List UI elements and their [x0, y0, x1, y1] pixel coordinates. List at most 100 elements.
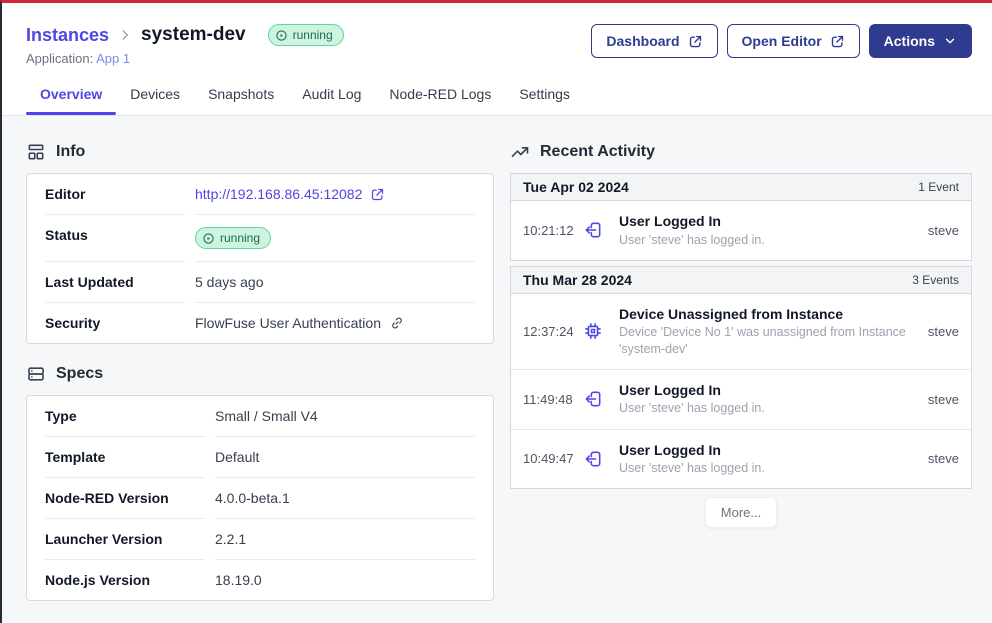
trending-up-icon: [510, 142, 530, 162]
activity-event-row: 11:49:48 User Logged In User 'steve' has…: [511, 369, 971, 429]
event-description: User 'steve' has logged in.: [619, 460, 918, 476]
instance-overview-page: Instances system-dev running Application…: [0, 0, 992, 623]
main-content: Info Editor http://192.168.86.45:12082 S…: [2, 116, 992, 623]
breadcrumb-instances-link[interactable]: Instances: [26, 25, 109, 46]
specs-row-value: 2.2.1: [215, 518, 475, 559]
activity-group-count: 1 Event: [918, 180, 959, 194]
tab-node-red-logs[interactable]: Node-RED Logs: [375, 80, 505, 115]
page-title: system-dev: [141, 24, 246, 46]
play-circle-icon: [202, 232, 215, 245]
specs-row-label: Node.js Version: [45, 559, 205, 600]
info-row-label: Editor: [45, 174, 185, 214]
event-text: User Logged In User 'steve' has logged i…: [619, 213, 918, 248]
editor-url-link[interactable]: http://192.168.86.45:12082: [195, 186, 385, 202]
activity-group-header: Tue Apr 02 2024 1 Event: [511, 174, 971, 201]
activity-group-date: Thu Mar 28 2024: [523, 272, 632, 288]
external-link-icon: [830, 34, 845, 49]
specs-card: Type Small / Small V4 Template Default N…: [26, 395, 494, 601]
activity-event-row: 12:37:24 Device Unassigned from Instance…: [511, 294, 971, 369]
application-link[interactable]: App 1: [96, 51, 130, 66]
activity-event-row: 10:21:12 User Logged In User 'steve' has…: [511, 201, 971, 260]
last-updated-value: 5 days ago: [195, 261, 475, 302]
chevron-down-icon: [943, 34, 957, 48]
application-line: Application: App 1: [26, 51, 344, 66]
specs-row-value: 18.19.0: [215, 559, 475, 600]
event-time: 10:49:47: [523, 451, 581, 466]
application-label: Application:: [26, 51, 93, 66]
tab-devices[interactable]: Devices: [116, 80, 194, 115]
activity-group-count: 3 Events: [912, 273, 959, 287]
event-time: 11:49:48: [523, 392, 581, 407]
event-description: Device 'Device No 1' was unassigned from…: [619, 324, 918, 357]
specs-row-value: Small / Small V4: [215, 396, 475, 436]
info-row-label: Last Updated: [45, 261, 185, 302]
status-badge-label: running: [220, 230, 260, 246]
template-icon: [26, 142, 46, 162]
event-text: User Logged In User 'steve' has logged i…: [619, 442, 918, 477]
info-row-label: Security: [45, 302, 185, 343]
user-login-icon: [583, 389, 603, 409]
info-section-heading: Info: [26, 142, 494, 162]
event-description: User 'steve' has logged in.: [619, 400, 918, 416]
chevron-right-icon: [118, 28, 132, 42]
event-title: User Logged In: [619, 382, 918, 400]
event-title: User Logged In: [619, 213, 918, 231]
specs-row-label: Type: [45, 396, 205, 436]
event-text: User Logged In User 'steve' has logged i…: [619, 382, 918, 417]
event-title: User Logged In: [619, 442, 918, 460]
status-badge-label: running: [293, 27, 333, 43]
tab-snapshots[interactable]: Snapshots: [194, 80, 288, 115]
tab-settings[interactable]: Settings: [505, 80, 584, 115]
activity-event-row: 10:49:47 User Logged In User 'steve' has…: [511, 429, 971, 489]
specs-row-template: Template Default: [45, 436, 475, 477]
page-header: Instances system-dev running Application…: [2, 3, 992, 116]
tab-audit-log[interactable]: Audit Log: [288, 80, 375, 115]
tab-bar: Overview Devices Snapshots Audit Log Nod…: [26, 80, 972, 115]
event-user: steve: [928, 324, 959, 339]
specs-row-label: Node-RED Version: [45, 477, 205, 518]
actions-button-label: Actions: [884, 33, 935, 49]
specs-row-type: Type Small / Small V4: [45, 396, 475, 436]
breadcrumb-block: Instances system-dev running Application…: [26, 24, 344, 66]
info-row-status: Status running: [45, 214, 475, 261]
specs-row-node-red-version: Node-RED Version 4.0.0-beta.1: [45, 477, 475, 518]
activity-group-date: Tue Apr 02 2024: [523, 179, 629, 195]
user-login-icon: [583, 220, 603, 240]
activity-section-heading: Recent Activity: [510, 142, 972, 162]
event-text: Device Unassigned from Instance Device '…: [619, 306, 918, 357]
info-section-title: Info: [56, 143, 85, 161]
external-link-icon: [688, 34, 703, 49]
external-link-icon: [370, 187, 385, 202]
activity-group-header: Thu Mar 28 2024 3 Events: [511, 267, 971, 294]
specs-row-value: 4.0.0-beta.1: [215, 477, 475, 518]
left-column: Info Editor http://192.168.86.45:12082 S…: [26, 142, 494, 623]
event-title: Device Unassigned from Instance: [619, 306, 918, 324]
status-badge: running: [268, 24, 344, 46]
play-circle-icon: [275, 29, 288, 42]
server-icon: [26, 364, 46, 384]
event-time: 10:21:12: [523, 223, 581, 238]
info-row-last-updated: Last Updated 5 days ago: [45, 261, 475, 302]
specs-row-value: Default: [215, 436, 475, 477]
more-button[interactable]: More...: [705, 497, 777, 528]
info-row-security: Security FlowFuse User Authentication: [45, 302, 475, 343]
event-user: steve: [928, 451, 959, 466]
actions-button[interactable]: Actions: [869, 24, 972, 58]
tab-overview[interactable]: Overview: [26, 80, 116, 115]
user-login-icon: [583, 449, 603, 469]
activity-section-title: Recent Activity: [540, 143, 655, 161]
info-row-label: Status: [45, 214, 185, 261]
dashboard-button[interactable]: Dashboard: [591, 24, 717, 58]
right-column: Recent Activity Tue Apr 02 2024 1 Event …: [510, 142, 972, 623]
event-user: steve: [928, 223, 959, 238]
link-icon[interactable]: [389, 315, 405, 331]
open-editor-button-label: Open Editor: [742, 33, 822, 49]
info-row-editor: Editor http://192.168.86.45:12082: [45, 174, 475, 214]
event-description: User 'steve' has logged in.: [619, 232, 918, 248]
specs-row-label: Template: [45, 436, 205, 477]
open-editor-button[interactable]: Open Editor: [727, 24, 860, 58]
info-card: Editor http://192.168.86.45:12082 Status…: [26, 173, 494, 344]
header-actions: Dashboard Open Editor Actions: [591, 24, 972, 58]
specs-row-label: Launcher Version: [45, 518, 205, 559]
breadcrumb: Instances system-dev running: [26, 24, 344, 46]
